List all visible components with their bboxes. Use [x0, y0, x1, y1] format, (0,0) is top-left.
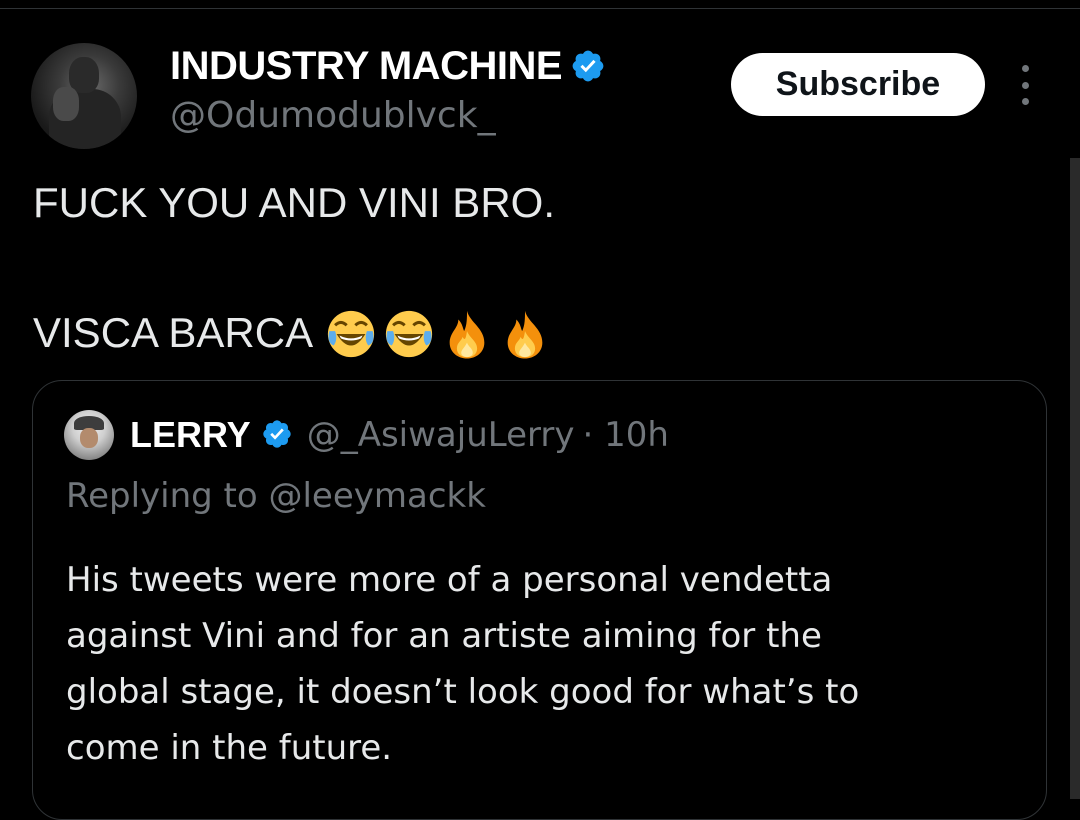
face-with-tears-of-joy-icon [385, 310, 433, 358]
quoted-text-line-1: His tweets were more of a personal vende… [66, 560, 833, 600]
avatar-figure-arm [53, 87, 79, 121]
author-handle[interactable]: @Odumodublvck_ [170, 94, 496, 138]
face-with-tears-of-joy-icon [327, 310, 375, 358]
quoted-author-handle-and-time[interactable]: @_AsiwajuLerry · 10h [307, 413, 669, 457]
fire-icon [507, 310, 543, 359]
subscribe-button[interactable]: Subscribe [731, 53, 985, 116]
verified-badge-icon [572, 50, 604, 82]
tweet-text-line-1: FUCK YOU AND VINI BRO. [33, 179, 555, 226]
quoted-timestamp[interactable]: · 10h [583, 415, 669, 455]
tweet-emoji-row [325, 308, 551, 362]
quoted-text-line-2: against Vini and for an artiste aiming f… [66, 616, 822, 656]
fire-icon [449, 310, 485, 359]
quoted-author-handle[interactable]: @_AsiwajuLerry [307, 415, 575, 455]
avatar-figure-head [69, 57, 99, 93]
quoted-text-line-3: global stage, it doesn’t look good for w… [66, 672, 860, 712]
quoted-author-display-name[interactable]: LERRY [130, 413, 251, 457]
author-display-name[interactable]: INDUSTRY MACHINE [170, 42, 563, 90]
replying-to-line[interactable]: Replying to @leeymackk [66, 474, 486, 518]
scrollbar[interactable] [1070, 158, 1080, 799]
top-divider [0, 8, 1080, 9]
verified-badge-icon [263, 420, 291, 448]
quoted-author-avatar[interactable] [64, 410, 114, 460]
avatar-face [80, 428, 98, 448]
more-options-icon[interactable] [1014, 65, 1036, 105]
author-avatar[interactable] [31, 43, 137, 149]
quoted-text-line-4: come in the future. [66, 728, 393, 768]
tweet-text-line-3: VISCA BARCA [33, 309, 314, 356]
